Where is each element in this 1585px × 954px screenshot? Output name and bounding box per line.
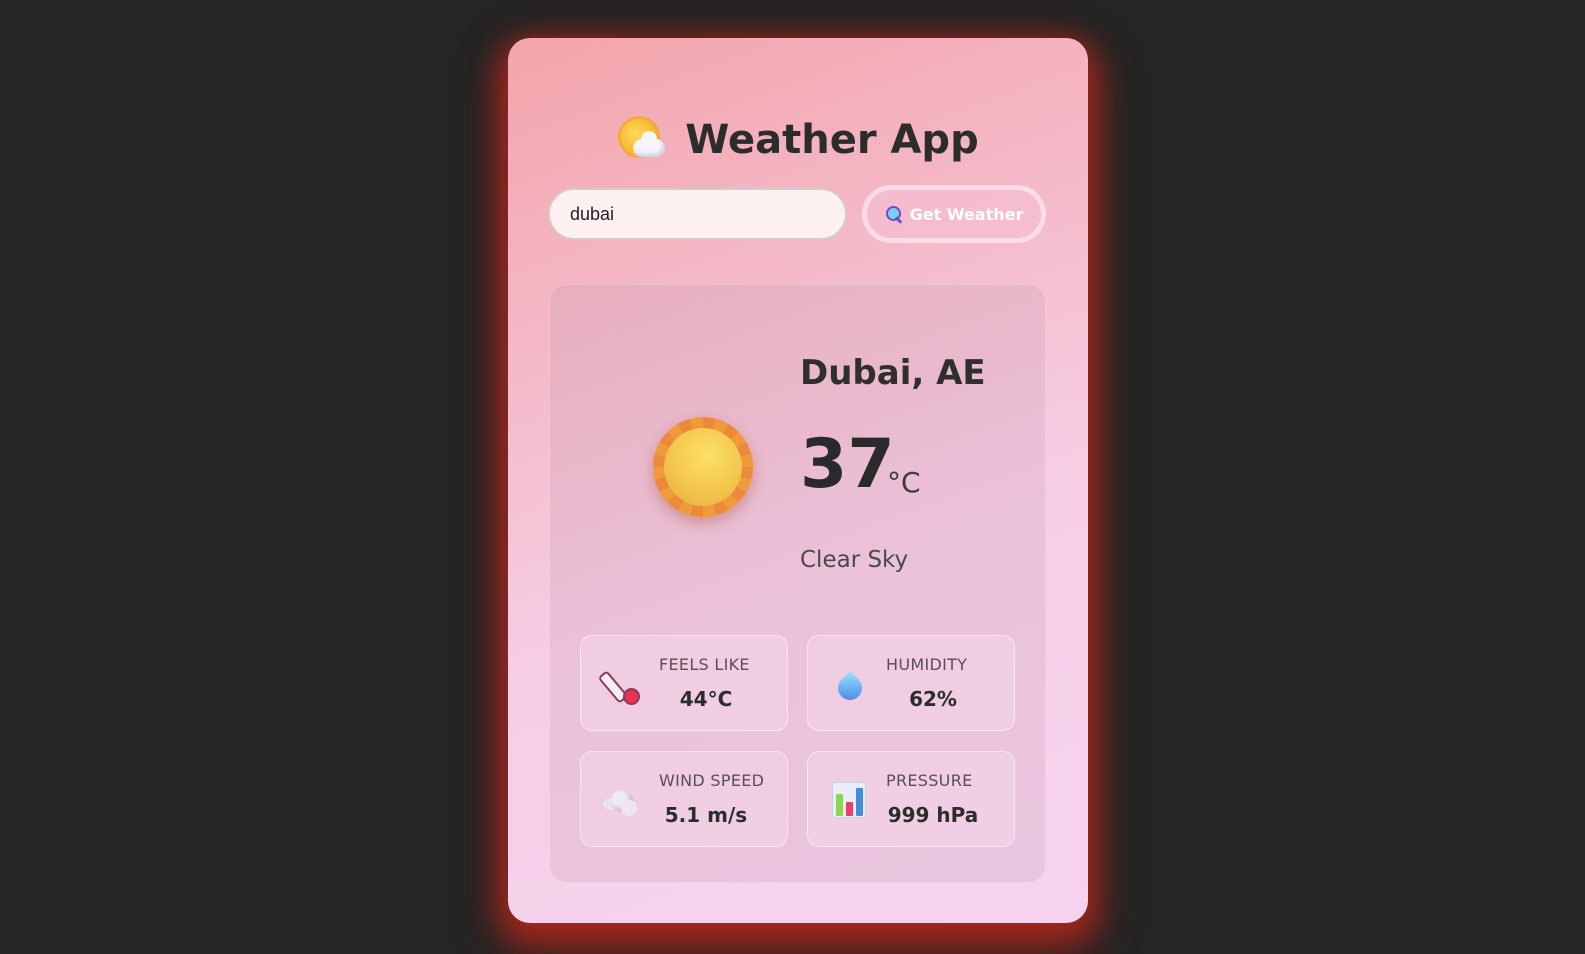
city-name: Dubai, AE <box>800 353 986 393</box>
app-header: Weather App <box>508 110 1088 170</box>
stat-label: PRESSURE <box>886 771 973 790</box>
wind-icon <box>603 782 641 820</box>
stat-humidity: HUMIDITY 62% <box>807 635 1015 731</box>
stat-pressure: PRESSURE 999 hPa <box>807 751 1015 847</box>
stat-value: 62% <box>909 687 957 711</box>
weather-result-panel: Dubai, AE 37 °C Clear Sky FEELS LIKE 44°… <box>549 284 1046 883</box>
thermometer-icon <box>597 666 641 705</box>
water-drop-icon <box>830 666 868 705</box>
bar-chart-icon <box>830 782 868 820</box>
temperature-unit: °C <box>887 466 921 499</box>
get-weather-button-label: Get Weather <box>909 204 1024 224</box>
city-search-input[interactable] <box>548 188 847 240</box>
stat-value: 999 hPa <box>887 803 979 827</box>
stat-value: 44°C <box>679 687 733 711</box>
sun-behind-cloud-icon <box>617 115 667 165</box>
sun-icon <box>653 417 753 517</box>
stat-value: 5.1 m/s <box>664 803 748 827</box>
stat-label: FEELS LIKE <box>659 655 750 674</box>
search-icon <box>885 205 903 224</box>
stat-label: HUMIDITY <box>886 655 968 674</box>
get-weather-button[interactable]: Get Weather <box>862 185 1046 243</box>
temperature-value: 37 <box>800 425 895 504</box>
stat-wind-speed: WIND SPEED 5.1 m/s <box>580 751 788 847</box>
weather-card: Weather App Get Weather Dubai, AE 37 °C … <box>508 38 1088 923</box>
weather-description: Clear Sky <box>800 547 909 573</box>
app-title: Weather App <box>685 117 979 163</box>
stat-label: WIND SPEED <box>659 771 765 790</box>
stat-feels-like: FEELS LIKE 44°C <box>580 635 788 731</box>
